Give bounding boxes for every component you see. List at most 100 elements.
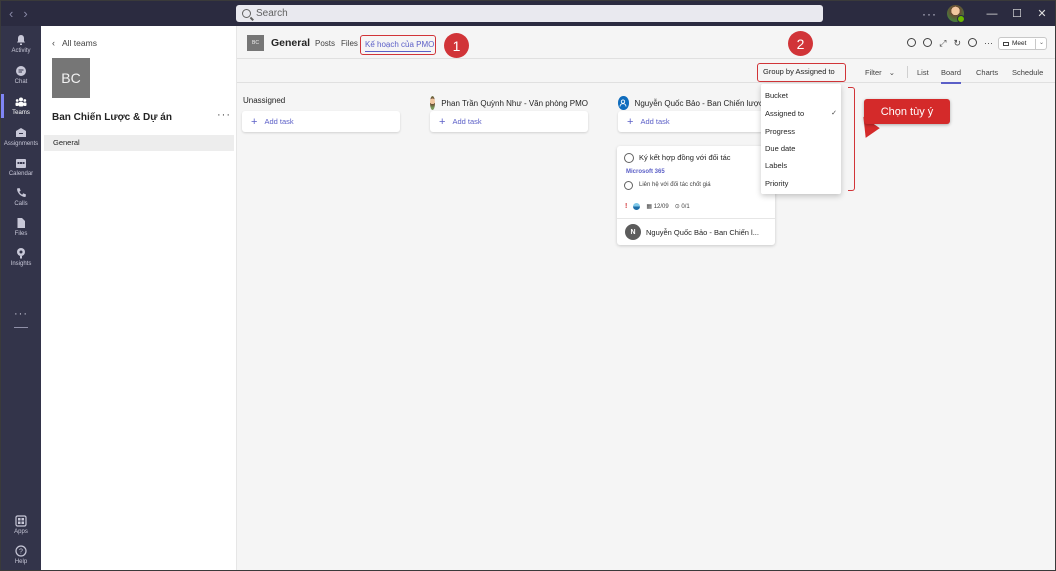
filter-button[interactable]: Filter ⌄: [865, 68, 895, 77]
app-window: ‹ › Search ··· — ☐ ✕ Activity Chat Teams: [0, 0, 1056, 571]
more-apps-icon[interactable]: ···: [1, 308, 41, 320]
rail-assignments[interactable]: Assignments: [1, 127, 41, 147]
chevron-down-icon[interactable]: ⌄: [1039, 39, 1044, 46]
planner-icon[interactable]: [907, 38, 917, 47]
rail-calls[interactable]: Calls: [1, 187, 41, 207]
task-title: Ký kết hợp đồng với đối tác: [639, 153, 731, 162]
all-teams-label: All teams: [62, 38, 97, 48]
tab-planner[interactable]: Kế hoạch của PMO: [360, 35, 436, 55]
search-input[interactable]: Search: [236, 5, 823, 22]
rail-insights[interactable]: Insights: [1, 247, 41, 267]
minimize-icon[interactable]: —: [980, 8, 1004, 20]
view-tab-board[interactable]: Board: [941, 68, 962, 84]
bucket-header-assignee: Phan Trần Quỳnh Như - Văn phòng PMO: [430, 96, 588, 110]
rail-label: Chat: [14, 79, 28, 85]
rail-chat[interactable]: Chat: [1, 65, 41, 85]
bucket-header-assignee: Nguyễn Quốc Bảo - Ban Chiến lược: [618, 96, 763, 110]
task-label: Microsoft 365: [626, 169, 665, 175]
person-icon: [619, 99, 627, 107]
apps-icon: [15, 515, 27, 527]
chevron-down-icon: ⌄: [888, 68, 896, 77]
team-more-icon[interactable]: ···: [217, 109, 231, 121]
dropdown-item-progress[interactable]: Progress: [765, 127, 839, 136]
conversation-icon[interactable]: [923, 38, 933, 47]
dropdown-item-bucket[interactable]: Bucket: [765, 91, 839, 100]
complete-task-icon[interactable]: [624, 153, 634, 163]
assignee-avatar: N: [625, 224, 641, 240]
chat-icon: [16, 66, 26, 76]
rail-teams[interactable]: Teams: [1, 94, 41, 118]
expand-icon[interactable]: ⤢: [939, 38, 946, 49]
checklist-item: Liên hệ với đối tác chốt giá: [639, 182, 711, 188]
calendar-icon: [16, 159, 26, 168]
checklist-circle-icon[interactable]: [624, 181, 633, 190]
insights-icon: [17, 248, 25, 259]
calendar-icon: ▦: [646, 204, 653, 210]
step-badge-2: 2: [788, 31, 813, 56]
video-camera-icon: [1003, 41, 1009, 46]
channel-title: General: [271, 37, 311, 49]
refresh-icon[interactable]: ↻: [953, 38, 961, 49]
title-bar-controls: ··· — ☐ ✕: [922, 1, 1055, 26]
user-avatar[interactable]: [947, 5, 965, 23]
close-icon[interactable]: ✕: [1030, 7, 1054, 20]
dropdown-item-assigned-to[interactable]: Assigned to: [765, 109, 839, 118]
bucket-title: Unassigned: [243, 96, 286, 105]
group-by-button[interactable]: Group by Assigned to: [757, 63, 846, 82]
channel-item-general[interactable]: General: [44, 135, 234, 151]
bucket-header-unassigned: Unassigned: [243, 96, 285, 105]
maximize-icon[interactable]: ☐: [1005, 7, 1029, 20]
rail-label: Assignments: [3, 141, 39, 147]
forward-arrow-icon[interactable]: ›: [23, 6, 27, 21]
tab-posts[interactable]: Posts: [315, 39, 335, 48]
rail-label: Files: [14, 231, 28, 237]
plus-icon: +: [439, 116, 446, 128]
more-options-icon[interactable]: ···: [922, 7, 937, 21]
group-by-dropdown: Bucket Assigned to ✓ Progress Due date L…: [761, 84, 841, 194]
tab-files[interactable]: Files: [341, 39, 358, 48]
task-meta: ! ▦ 12/09 ⊙ 0/1: [625, 203, 690, 210]
rail-label: Help: [14, 559, 28, 565]
progress-icon: [633, 203, 641, 210]
assignments-icon: [16, 128, 26, 137]
task-card[interactable]: Ký kết hợp đồng với đối tác Microsoft 36…: [617, 146, 775, 245]
add-task-button[interactable]: + Add task: [242, 111, 400, 132]
assignee-avatar: [618, 96, 629, 110]
dropdown-item-due-date[interactable]: Due date: [765, 144, 839, 153]
svg-text:?: ?: [19, 549, 23, 556]
add-task-button[interactable]: + Add task: [618, 111, 776, 132]
due-date-value: 12/09: [653, 204, 669, 210]
view-tab-schedule[interactable]: Schedule: [1012, 68, 1043, 77]
phone-icon: [17, 188, 26, 197]
search-placeholder: Search: [256, 8, 288, 19]
teams-icon: [15, 97, 27, 107]
dropdown-item-priority[interactable]: Priority: [765, 179, 839, 188]
dropdown-item-labels[interactable]: Labels: [765, 161, 839, 170]
search-icon: [242, 9, 251, 18]
bucket-title: Phan Trần Quỳnh Như - Văn phòng PMO: [441, 98, 588, 108]
back-arrow-icon[interactable]: ‹: [9, 6, 13, 21]
view-tab-list[interactable]: List: [917, 68, 929, 77]
meet-button[interactable]: Meet ⌄: [998, 37, 1047, 50]
add-task-label: Add task: [640, 117, 670, 126]
plus-icon: +: [251, 116, 258, 128]
toolbar-divider: [907, 66, 908, 78]
rail-apps[interactable]: Apps: [1, 515, 41, 535]
header-more-icon[interactable]: ···: [984, 38, 993, 49]
plus-icon: +: [627, 116, 634, 128]
add-task-button[interactable]: + Add task: [430, 111, 588, 132]
task-assignee: N Nguyễn Quốc Bảo - Ban Chiến l...: [625, 224, 759, 240]
globe-icon[interactable]: [968, 38, 977, 47]
rail-activity[interactable]: Activity: [1, 34, 41, 54]
rail-help[interactable]: ? Help: [1, 545, 41, 565]
rail-files[interactable]: Files: [1, 217, 41, 237]
rail-label: Calendar: [8, 171, 34, 177]
planner-toolbar: Group by Assigned to Filter ⌄ List Board…: [237, 59, 1055, 84]
title-bar: ‹ › Search ··· — ☐ ✕: [1, 1, 1055, 26]
add-task-label: Add task: [264, 117, 294, 126]
all-teams-link[interactable]: ‹ All teams: [52, 38, 97, 48]
channel-avatar: BC: [247, 35, 264, 51]
view-tab-charts[interactable]: Charts: [976, 68, 998, 77]
rail-calendar[interactable]: Calendar: [1, 157, 41, 177]
assignee-name: Nguyễn Quốc Bảo - Ban Chiến l...: [646, 227, 759, 237]
